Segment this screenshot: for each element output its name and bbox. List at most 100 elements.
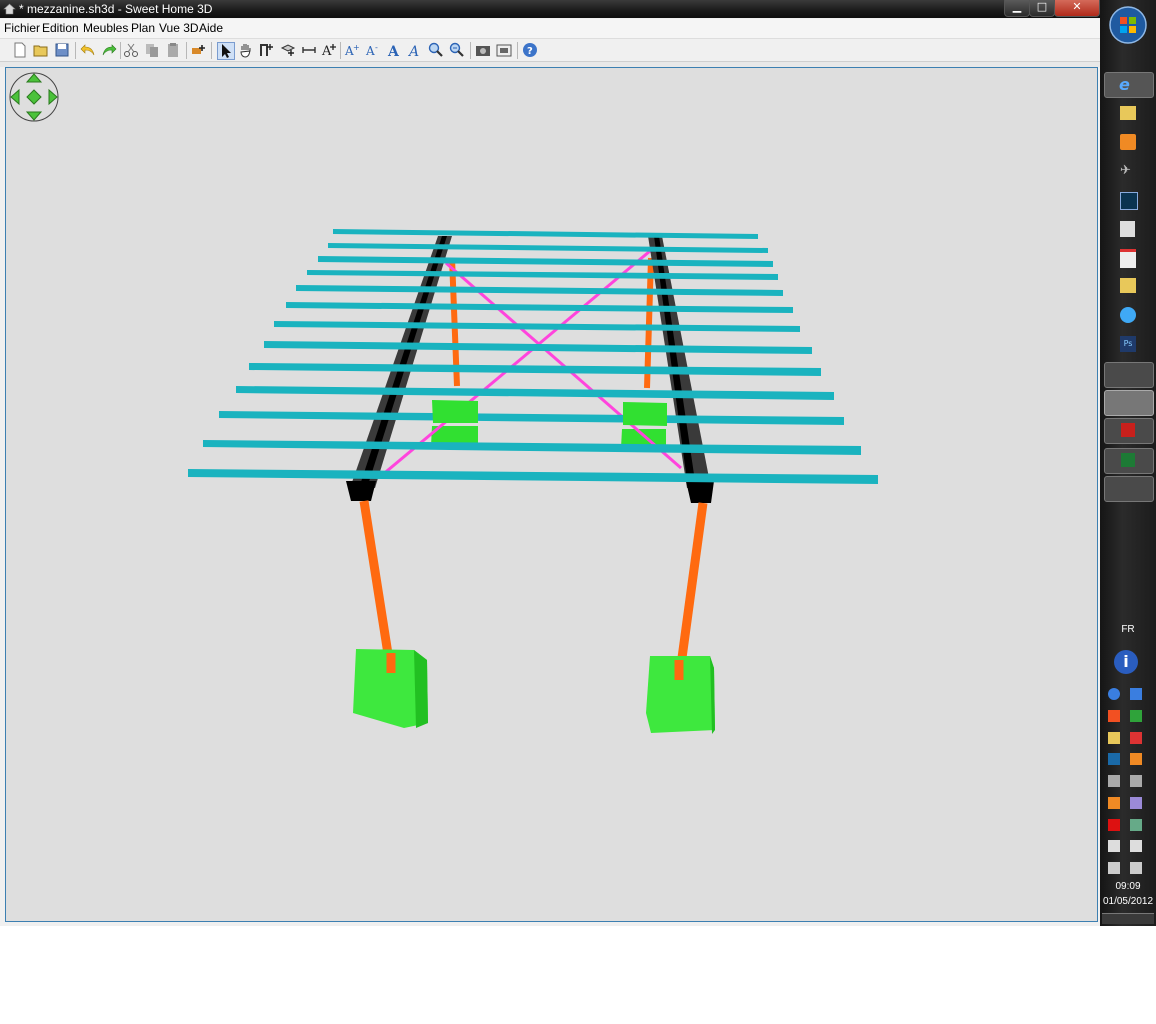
windows-start-button[interactable] [1108,5,1148,45]
photoshop-icon[interactable]: Ps [1120,336,1136,352]
svg-text:A: A [321,44,332,58]
tray-icon[interactable] [1130,732,1142,744]
post-front-left [359,500,396,674]
clock-date[interactable]: 01/05/2012 [1100,896,1156,907]
paste-icon[interactable] [165,42,181,58]
post-front-right [674,502,708,681]
close-button[interactable]: ✕ [1054,0,1100,17]
open-icon[interactable] [33,42,49,58]
taskbar-item-sweet-home-3d[interactable] [1104,390,1154,416]
help-icon[interactable]: ? [522,42,538,58]
maximize-button[interactable]: □ [1029,0,1055,17]
toolbar-separator [186,42,187,59]
svg-text:-: - [375,43,378,52]
menu-plan[interactable]: Plan [131,21,155,35]
tray-icon[interactable] [1108,732,1120,744]
ati-icon[interactable] [1108,819,1120,831]
svg-text:A: A [387,44,400,58]
tray-icon[interactable] [1130,819,1142,831]
increase-text-icon[interactable]: A + [344,42,360,58]
joist [286,302,793,313]
create-rooms-icon[interactable] [280,42,296,58]
explorer-icon[interactable] [1120,278,1136,293]
volume-icon[interactable] [1130,862,1142,874]
toolbar-separator [517,42,518,59]
taskbar-item-excel[interactable] [1104,448,1154,474]
folder-icon[interactable] [1120,106,1136,120]
media-player-icon[interactable] [1120,134,1136,150]
monitor-icon[interactable] [1120,192,1138,210]
joist [219,411,844,425]
tray-icon[interactable] [1108,797,1120,809]
3d-view[interactable] [5,67,1098,922]
show-desktop-button[interactable] [1102,913,1154,924]
menu-aide[interactable]: Aide [199,21,223,35]
info-icon[interactable]: i [1114,650,1138,674]
menu-edition[interactable]: Edition [42,21,79,35]
title-bar[interactable]: * mezzanine.sh3d - Sweet Home 3D ▁ □ ✕ [0,0,1100,18]
beam-left-end [346,481,376,501]
svg-text:?: ? [527,46,533,57]
bold-icon[interactable]: A [386,42,402,58]
taskbar-item-app[interactable] [1104,476,1154,502]
network-icon[interactable] [1120,307,1136,323]
tray-icon[interactable] [1130,797,1142,809]
menu-vue-3d[interactable]: Vue 3D [159,21,199,35]
tray-icon[interactable] [1108,753,1120,765]
create-video-icon[interactable] [496,42,512,58]
toolbar-separator [470,42,471,59]
tray-icon[interactable] [1130,688,1142,700]
redo-icon[interactable] [101,42,117,58]
sweet-home-3d-app-icon[interactable] [3,3,16,15]
tray-icon[interactable] [1108,840,1120,852]
select-icon[interactable] [217,42,235,60]
tray-icon[interactable] [1108,710,1120,722]
window-title: * mezzanine.sh3d - Sweet Home 3D [19,2,213,16]
toolbar-separator [340,42,341,59]
decrease-text-icon[interactable]: A- [365,42,381,58]
app-window: * mezzanine.sh3d - Sweet Home 3D ▁ □ ✕ F… [0,0,1100,926]
deck-joists [188,229,878,484]
network-tray-icon[interactable] [1108,862,1120,874]
taskbar-item-acrobat[interactable] [1104,418,1154,444]
joist [328,243,768,253]
create-photo-icon[interactable] [475,42,491,58]
zoom-out-icon[interactable] [449,42,465,58]
tray-icon[interactable] [1130,753,1142,765]
cut-icon[interactable] [123,42,139,58]
zoom-in-icon[interactable] [428,42,444,58]
pan-icon[interactable] [238,42,254,58]
action-center-flag-icon[interactable] [1130,840,1142,852]
menu-meubles[interactable]: Meubles [83,21,128,35]
new-icon[interactable] [12,42,28,58]
chart-app-icon[interactable] [1120,249,1136,268]
tray-icon[interactable] [1108,775,1120,787]
clock-time[interactable]: 09:09 [1100,881,1156,892]
italic-icon[interactable]: A [407,42,423,58]
toolbar-separator [75,42,76,59]
undo-icon[interactable] [80,42,96,58]
add-furniture-icon[interactable] [190,42,206,58]
navigation-arrows-icon[interactable] [9,72,59,122]
create-labels-icon[interactable]: A [321,42,337,58]
joist [296,285,783,296]
calculator-icon[interactable] [1120,221,1135,237]
save-icon[interactable] [54,42,70,58]
taskbar-item-explorer[interactable] [1104,362,1154,388]
minimize-button[interactable]: ▁ [1004,0,1030,17]
menu-fichier[interactable]: Fichier [4,21,40,35]
svg-text:A: A [407,44,419,58]
language-indicator[interactable]: FR [1100,624,1156,635]
create-walls-icon[interactable] [259,42,275,58]
taskbar-item-ie[interactable]: e [1104,72,1154,98]
tray-icon[interactable] [1130,775,1142,787]
excel-icon [1121,453,1135,467]
tool-icon[interactable]: ✈ [1120,163,1136,179]
mezzanine-3d-scene [9,72,878,734]
copy-icon[interactable] [144,42,160,58]
tray-icon[interactable] [1108,688,1120,700]
create-dimensions-icon[interactable] [301,42,317,58]
joist [249,363,821,376]
tray-icon[interactable] [1130,710,1142,722]
footing-back-right-top [623,402,667,426]
